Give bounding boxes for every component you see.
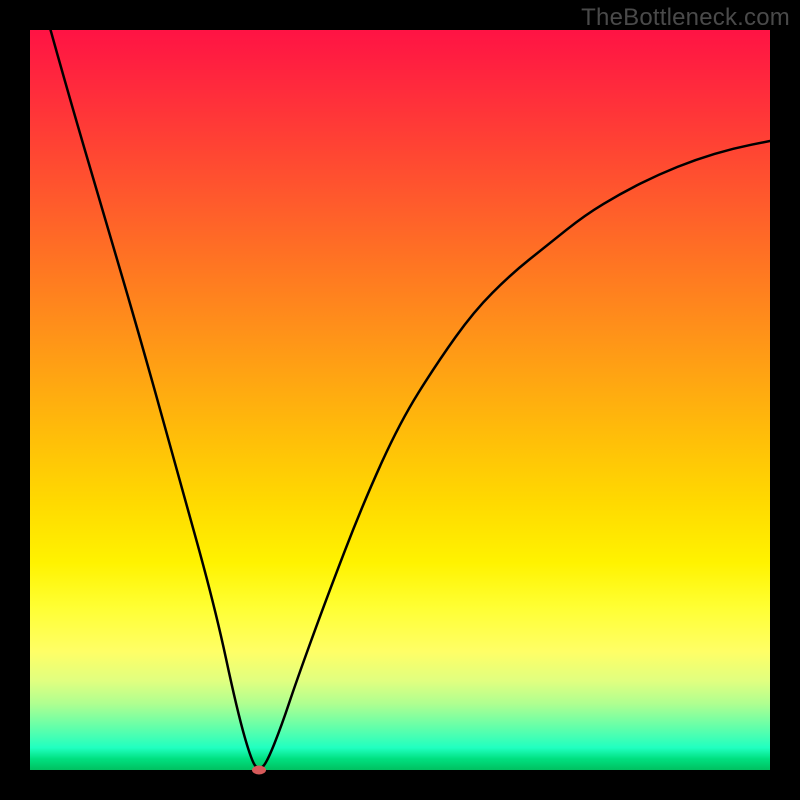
curve-svg xyxy=(30,30,770,770)
chart-container: TheBottleneck.com xyxy=(0,0,800,800)
bottleneck-curve xyxy=(30,30,770,768)
watermark-text: TheBottleneck.com xyxy=(581,4,790,32)
plot-area xyxy=(30,30,770,770)
optimum-marker xyxy=(252,766,266,775)
